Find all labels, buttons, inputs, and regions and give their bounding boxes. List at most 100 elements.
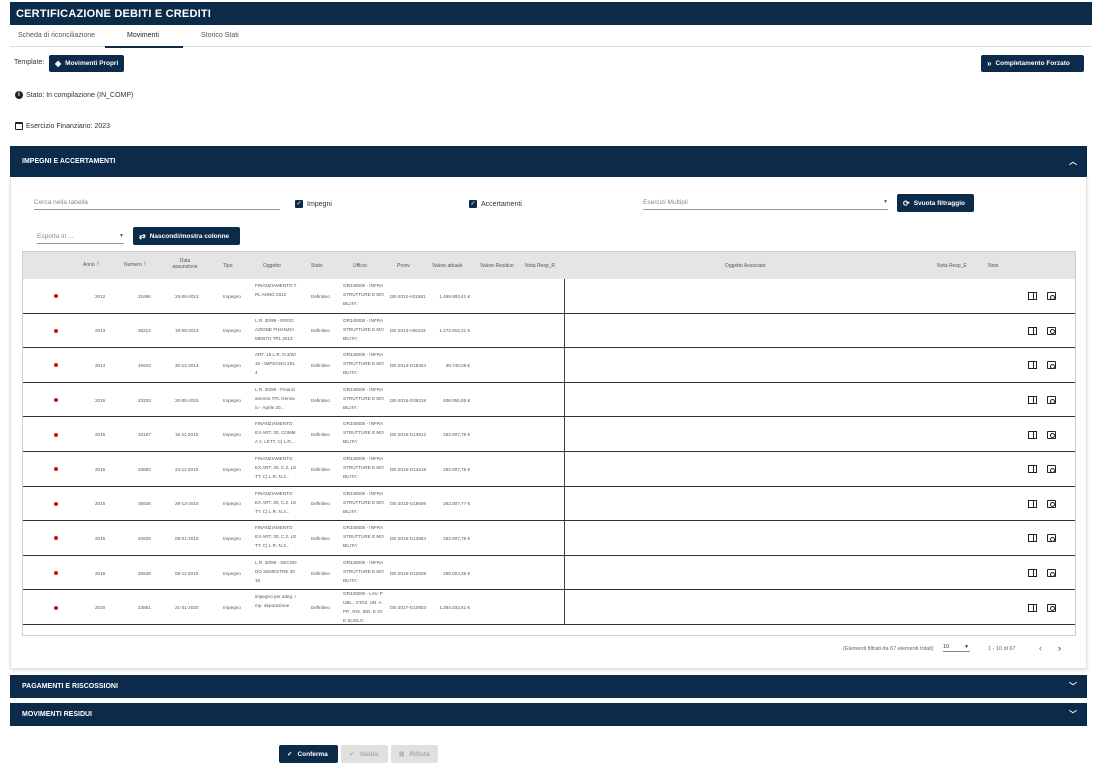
movimenti-residui-header[interactable]: MOVIMENTI RESIDUI ﹀ [10, 703, 1087, 726]
col-valore-attuale[interactable]: Valore attuale [432, 263, 462, 269]
valida-button[interactable]: ✓ Valida [341, 745, 388, 763]
table-row[interactable]: 2013 38212 19-08-2013 Impegno L.R. 30/98 - E… [23, 313, 1075, 349]
completamento-forzato-button[interactable]: » Completamento Forzato [981, 55, 1084, 72]
eye-icon[interactable] [1047, 603, 1056, 612]
book-icon[interactable] [1028, 396, 1037, 405]
filter-summary: (Elementi filtrati da 67 elementi totali… [843, 646, 934, 652]
conferma-label: Conferma [297, 750, 328, 758]
status-dot [54, 294, 58, 299]
pagamenti-riscossioni-header[interactable]: PAGAMENTI E RISCOSSIONI ﹀ [10, 675, 1087, 698]
page-size-select[interactable]: 10 ▼ [943, 644, 970, 652]
book-icon[interactable] [1028, 361, 1037, 370]
tab-movimenti[interactable]: Movimenti [127, 32, 159, 39]
cell-ufficio-line: E SUOLO [343, 618, 364, 624]
book-icon[interactable] [1028, 534, 1037, 543]
eye-icon[interactable] [1047, 465, 1056, 474]
column-divider [564, 486, 565, 521]
cell-anno: 2015 [95, 535, 106, 541]
cell-oggetto-line: L.R. 30/98 - Finanzi [255, 386, 296, 392]
col-anno[interactable]: Anno ↑ [83, 261, 100, 268]
conferma-button[interactable]: ✓ Conferma [279, 745, 338, 763]
cell-tipo: Impegno [223, 570, 241, 576]
prev-page-button[interactable]: ‹ [1039, 643, 1042, 653]
tab-scheda-riconciliazione[interactable]: Scheda di riconciliazione [18, 32, 95, 39]
eye-icon[interactable] [1047, 361, 1056, 370]
cell-oggetto-line: EX ART. 30, C.2, LE [255, 534, 297, 540]
cell-tipo: Impegno [223, 466, 241, 472]
table-row[interactable]: 2016 30648 09-11-2016 Impegno L.R. 30/98 - S… [23, 555, 1075, 591]
nascondi-mostra-colonne-button[interactable]: ⇄ Nascondi/mostra colonne [133, 227, 240, 245]
cell-data: 30-12-2014 [175, 362, 199, 368]
book-icon[interactable] [1028, 499, 1037, 508]
eye-icon[interactable] [1047, 499, 1056, 508]
table-row[interactable]: 2015 23333 20-05-2015 Impegno L.R. 30/98 - F… [23, 382, 1075, 418]
column-divider [564, 279, 565, 313]
eye-icon[interactable] [1047, 534, 1056, 543]
chevron-down-icon[interactable]: ﹀ [1069, 681, 1077, 692]
cell-oggetto-line: EX ART. 30, C.2, LE [255, 465, 297, 470]
cell-ufficio-line: STRUTTURE E MO [343, 568, 384, 574]
table-row[interactable]: 2012 31696 23-08-2012 Impegno FINANZIAMENTO … [23, 279, 1075, 314]
eye-icon[interactable] [1047, 430, 1056, 439]
export-select[interactable]: Esporta in ... ▼ [37, 233, 124, 244]
column-divider [564, 521, 565, 555]
chevron-down-icon[interactable]: ﹀ [1069, 709, 1077, 720]
impegni-checkbox[interactable]: ✓ Impegni [295, 200, 332, 208]
search-input[interactable]: Cerca nella tabella [34, 199, 280, 210]
esercizi-multipli-select[interactable]: Esercizi Multipli ▼ [643, 199, 888, 210]
col-stato[interactable]: Stato [311, 263, 323, 269]
col-oggetto-associato[interactable]: Oggetto Associato [725, 263, 766, 269]
table-row[interactable]: 2020 23881 21-01-2020 Impegno impegno per ad… [23, 590, 1075, 625]
eye-icon[interactable] [1047, 326, 1056, 335]
col-provv[interactable]: Provv [397, 263, 410, 269]
cell-oggetto-line: 16 [255, 577, 261, 583]
table-row[interactable]: 2015 33892 24-11-2015 Impegno FINANZIAMENTO E… [23, 452, 1075, 487]
status-dot [54, 536, 58, 541]
col-tipo[interactable]: Tipo [223, 263, 233, 269]
cell-ufficio-line: BILITA' [343, 474, 358, 479]
book-icon[interactable] [1028, 326, 1037, 335]
book-icon[interactable] [1028, 292, 1037, 301]
eye-icon[interactable] [1047, 292, 1056, 301]
impegni-accertamenti-title: IMPEGNI E ACCERTAMENTI [22, 158, 116, 165]
table-row[interactable]: 2014 46943 30-12-2014 Impegno ART. 15 L.R. N… [23, 348, 1075, 383]
col-nota-resp-e[interactable]: Nota Resp_E [937, 263, 967, 269]
rifiuta-button[interactable]: ⊠ Rifiuta [391, 745, 438, 763]
cell-oggetto: L.R. 30/98 - EROG AZIONE FINANZIA MENTO TP… [255, 316, 294, 343]
tag-icon: ◈ [55, 59, 62, 68]
chevron-up-icon[interactable]: ︿ [1069, 156, 1077, 167]
col-nota-resp-r[interactable]: Nota Resp_R [525, 263, 555, 269]
cell-ufficio-line: BILITA' [343, 404, 358, 410]
col-valore-residuo[interactable]: Valore Residuo [480, 263, 514, 269]
book-icon[interactable] [1028, 603, 1037, 612]
page-title: CERTIFICAZIONE DEBITI E CREDITI [10, 2, 1092, 25]
book-icon[interactable] [1028, 430, 1037, 439]
table-row[interactable]: 2015 36636 29-12-2015 Impegno FINANZIAMENTO E… [23, 486, 1075, 522]
accertamenti-checkbox[interactable]: ✓ Accertamenti [469, 200, 522, 208]
next-page-button[interactable]: › [1058, 643, 1061, 653]
tab-storico-stati[interactable]: Storico Stati [201, 32, 239, 39]
movimenti-propri-button[interactable]: ◈ Movimenti Propri [49, 55, 125, 72]
cell-ufficio: GR340000 - INFRA STRUTTURE E MO BILITA' [343, 454, 384, 481]
cell-anno: 2016 [95, 570, 106, 576]
table-row[interactable]: 2015 40625 08-01-2016 Impegno FINANZIAMENTO E… [23, 521, 1075, 556]
nascondi-mostra-colonne-label: Nascondi/mostra colonne [149, 232, 230, 240]
col-numero[interactable]: Numero ↑ [124, 261, 147, 268]
cell-oggetto-line: FINANZIAMENTO [255, 456, 293, 461]
column-divider [564, 313, 565, 348]
cell-oggetto: impegno per adeg. i mp. depurazione [255, 592, 296, 610]
cell-stato: Definitivo [311, 535, 330, 541]
book-icon[interactable] [1028, 569, 1037, 578]
col-ufficio[interactable]: Ufficio [353, 263, 367, 269]
status-line: i Stato: In compilazione (IN_COMP) [15, 91, 133, 99]
impegni-accertamenti-header[interactable]: IMPEGNI E ACCERTAMENTI ︿ [10, 146, 1087, 177]
col-oggetto[interactable]: Oggetto [263, 263, 281, 269]
col-note[interactable]: Note [988, 263, 999, 269]
table-row[interactable]: 2015 33197 16-11-2015 Impegno FINANZIAMENTO E… [23, 417, 1075, 452]
status-text: Stato: In compilazione (IN_COMP) [26, 91, 134, 99]
col-data[interactable]: Data assunzione [171, 258, 199, 270]
svuota-filtraggio-button[interactable]: ⟳ Svuota filtraggio [897, 194, 974, 212]
eye-icon[interactable] [1047, 569, 1056, 578]
book-icon[interactable] [1028, 465, 1037, 474]
eye-icon[interactable] [1047, 396, 1056, 405]
